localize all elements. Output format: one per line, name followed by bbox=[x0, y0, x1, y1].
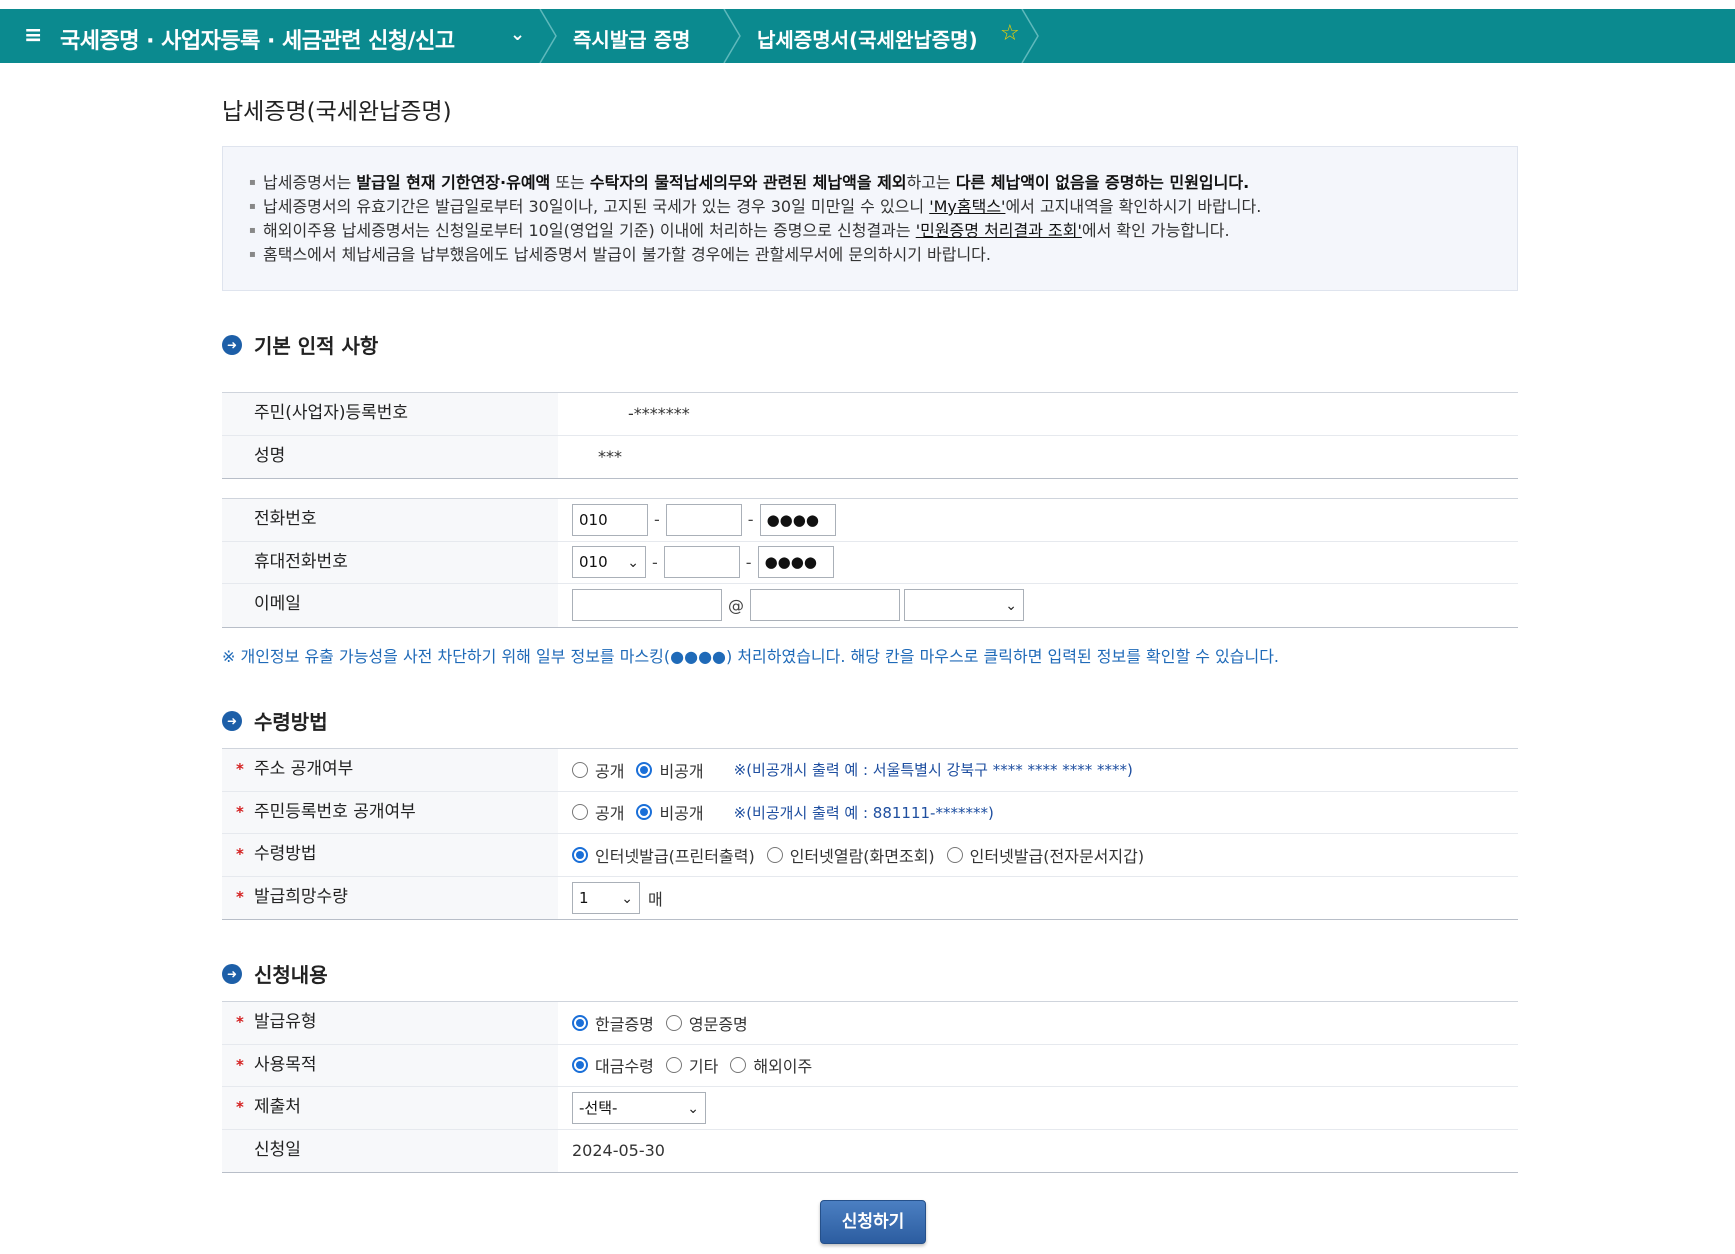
table-row: 이메일 @ ⌄ bbox=[222, 584, 1518, 627]
type-english-radio[interactable]: 영문증명 bbox=[665, 1011, 748, 1035]
method-view-radio[interactable]: 인터넷열람(화면조회) bbox=[766, 843, 935, 867]
issue-type-label: * 발급유형 bbox=[222, 1002, 558, 1044]
table-row: * 주소 공개여부 공개 비공개 ※(비공개시 출력 예 : 서울특별시 강북구 … bbox=[222, 749, 1518, 792]
table-row: * 제출처 -선택- ⌄ bbox=[222, 1087, 1518, 1130]
chevron-down-icon[interactable]: ⌄ bbox=[510, 24, 525, 45]
type-korean-radio[interactable]: 한글증명 bbox=[572, 1011, 654, 1035]
email-label: 이메일 bbox=[222, 584, 558, 627]
apply-button[interactable]: 신청하기 bbox=[820, 1200, 926, 1244]
notice-box: 납세증명서는 발급일 현재 기한연장·유예액 또는 수탁자의 물적납세의무와 관… bbox=[222, 146, 1518, 291]
quantity-unit: 매 bbox=[648, 889, 663, 909]
quantity-select[interactable]: 1 ⌄ bbox=[572, 881, 640, 914]
arrow-circle-icon: ➜ bbox=[222, 963, 242, 984]
dash: - bbox=[745, 552, 752, 572]
dash: - bbox=[654, 510, 660, 530]
email-domain-select[interactable]: ⌄ bbox=[904, 589, 1024, 622]
table-row: * 주민등록번호 공개여부 공개 비공개 ※(비공개시 출력 예 : 881111… bbox=[222, 791, 1518, 834]
name-label: 성명 bbox=[222, 435, 558, 478]
chevron-down-icon: ⌄ bbox=[1005, 598, 1017, 615]
receipt-method-table: * 주소 공개여부 공개 비공개 ※(비공개시 출력 예 : 서울특별시 강북구 … bbox=[222, 748, 1518, 920]
notice-item: 해외이주용 납세증명서는 신청일로부터 10일(영업일 기준) 이내에 처리하는… bbox=[249, 219, 1261, 243]
arrow-circle-icon: ➜ bbox=[222, 334, 242, 355]
dash: - bbox=[747, 510, 754, 530]
table-row: 전화번호 010 - - ●●●● bbox=[222, 499, 1518, 542]
method-wallet-radio[interactable]: 인터넷발급(전자문서지갑) bbox=[946, 843, 1144, 867]
breadcrumb-separator-icon bbox=[722, 9, 742, 63]
mobile-prefix-select[interactable]: 010 ⌄ bbox=[572, 546, 646, 579]
section-title-receipt-method: ➜ 수령방법 bbox=[222, 706, 328, 735]
arrow-circle-icon: ➜ bbox=[222, 710, 242, 731]
application-table: * 발급유형 한글증명 영문증명 * 사용목적 대금수령 기타 해외이주 * 제출처 … bbox=[222, 1001, 1518, 1173]
mobile-middle-input[interactable] bbox=[663, 546, 740, 579]
nav-sub-category[interactable]: 즉시발급 증명 bbox=[573, 24, 690, 53]
basic-info-table: 주민(사업자)등록번호 -******* 성명 *** bbox=[222, 392, 1518, 479]
table-row: 신청일 2024-05-30 bbox=[222, 1129, 1518, 1172]
section-title-basic-info: ➜ 기본 인적 사항 bbox=[222, 330, 378, 359]
rrn-visibility-label: * 주민등록번호 공개여부 bbox=[222, 791, 558, 833]
address-private-radio[interactable]: 비공개 bbox=[636, 758, 704, 782]
phone-last-input[interactable]: ●●●● bbox=[759, 503, 836, 536]
favorite-star-icon[interactable]: ☆ bbox=[1000, 21, 1020, 46]
privacy-note: ※ 개인정보 유출 가능성을 사전 차단하기 위해 일부 정보를 마스킹(●●●… bbox=[222, 647, 1280, 666]
phone-middle-input[interactable] bbox=[665, 503, 742, 536]
hamburger-menu-icon[interactable]: ≡ bbox=[24, 24, 42, 48]
nav-main-category[interactable]: 국세증명 · 사업자등록 · 세금관련 신청/신고 bbox=[60, 23, 455, 55]
method-label: * 수령방법 bbox=[222, 834, 558, 876]
page-title: 납세증명(국세완납증명) bbox=[222, 99, 452, 125]
nav-current-page[interactable]: 납세증명서(국세완납증명) bbox=[757, 24, 978, 53]
notice-item: 납세증명서의 유효기간은 발급일로부터 30일이나, 고지된 국세가 있는 경우… bbox=[249, 195, 1261, 219]
submit-to-label: * 제출처 bbox=[222, 1087, 558, 1129]
breadcrumb-separator-icon bbox=[538, 9, 558, 63]
my-hometax-link[interactable]: 'My홈택스' bbox=[929, 197, 1005, 216]
table-row: * 발급유형 한글증명 영문증명 bbox=[222, 1002, 1518, 1045]
phone-area-input[interactable]: 010 bbox=[572, 503, 648, 536]
table-row: 휴대전화번호 010 ⌄ - - ●●●● bbox=[222, 541, 1518, 584]
name-value: *** bbox=[598, 447, 622, 467]
address-visibility-label: * 주소 공개여부 bbox=[222, 749, 558, 791]
chevron-down-icon: ⌄ bbox=[627, 555, 639, 572]
email-id-input[interactable] bbox=[572, 589, 722, 622]
submit-to-select[interactable]: -선택- ⌄ bbox=[572, 1091, 706, 1124]
address-hint: ※(비공개시 출력 예 : 서울특별시 강북구 **** **** **** *… bbox=[733, 761, 1133, 780]
section-title-application: ➜ 신청내용 bbox=[222, 959, 328, 988]
apply-date-label: 신청일 bbox=[222, 1129, 558, 1172]
quantity-label: * 발급희망수량 bbox=[222, 876, 558, 919]
email-domain-input[interactable] bbox=[750, 589, 900, 622]
mobile-last-input[interactable]: ●●●● bbox=[757, 546, 834, 579]
rrn-hint: ※(비공개시 출력 예 : 881111-*******) bbox=[733, 803, 994, 822]
email-at-sign: @ bbox=[728, 595, 744, 615]
purpose-payment-radio[interactable]: 대금수령 bbox=[572, 1053, 654, 1077]
rrn-value: -******* bbox=[628, 404, 690, 424]
method-print-radio[interactable]: 인터넷발급(프린터출력) bbox=[572, 843, 755, 867]
civil-result-link[interactable]: '민원증명 처리결과 조회' bbox=[916, 221, 1082, 240]
rrn-public-radio[interactable]: 공개 bbox=[572, 800, 624, 824]
apply-date-value: 2024-05-30 bbox=[572, 1141, 665, 1161]
chevron-down-icon: ⌄ bbox=[687, 1100, 699, 1117]
table-row: 주민(사업자)등록번호 -******* bbox=[222, 393, 1518, 436]
mobile-label: 휴대전화번호 bbox=[222, 541, 558, 583]
breadcrumb-separator-icon bbox=[1020, 9, 1040, 63]
dash: - bbox=[652, 552, 658, 572]
rrn-private-radio[interactable]: 비공개 bbox=[636, 800, 704, 824]
rrn-label: 주민(사업자)등록번호 bbox=[222, 393, 558, 435]
purpose-other-radio[interactable]: 기타 bbox=[665, 1053, 718, 1077]
table-row: * 사용목적 대금수령 기타 해외이주 bbox=[222, 1044, 1518, 1087]
contact-table: 전화번호 010 - - ●●●● 휴대전화번호 010 ⌄ - - ●●●● 이… bbox=[222, 498, 1518, 628]
top-nav-bar: ≡ 국세증명 · 사업자등록 · 세금관련 신청/신고 ⌄ 즉시발급 증명 납세… bbox=[0, 9, 1735, 63]
notice-item: 납세증명서는 발급일 현재 기한연장·유예액 또는 수탁자의 물적납세의무와 관… bbox=[249, 171, 1261, 195]
address-public-radio[interactable]: 공개 bbox=[572, 758, 624, 782]
purpose-label: * 사용목적 bbox=[222, 1044, 558, 1086]
chevron-down-icon: ⌄ bbox=[621, 890, 633, 907]
table-row: 성명 *** bbox=[222, 435, 1518, 478]
notice-item: 홈택스에서 체납세금을 납부했음에도 납세증명서 발급이 불가할 경우에는 관할… bbox=[249, 243, 1261, 267]
phone-label: 전화번호 bbox=[222, 499, 558, 541]
purpose-emigration-radio[interactable]: 해외이주 bbox=[730, 1053, 812, 1077]
table-row: * 수령방법 인터넷발급(프린터출력) 인터넷열람(화면조회) 인터넷발급(전자문… bbox=[222, 834, 1518, 877]
table-row: * 발급희망수량 1 ⌄ 매 bbox=[222, 876, 1518, 919]
